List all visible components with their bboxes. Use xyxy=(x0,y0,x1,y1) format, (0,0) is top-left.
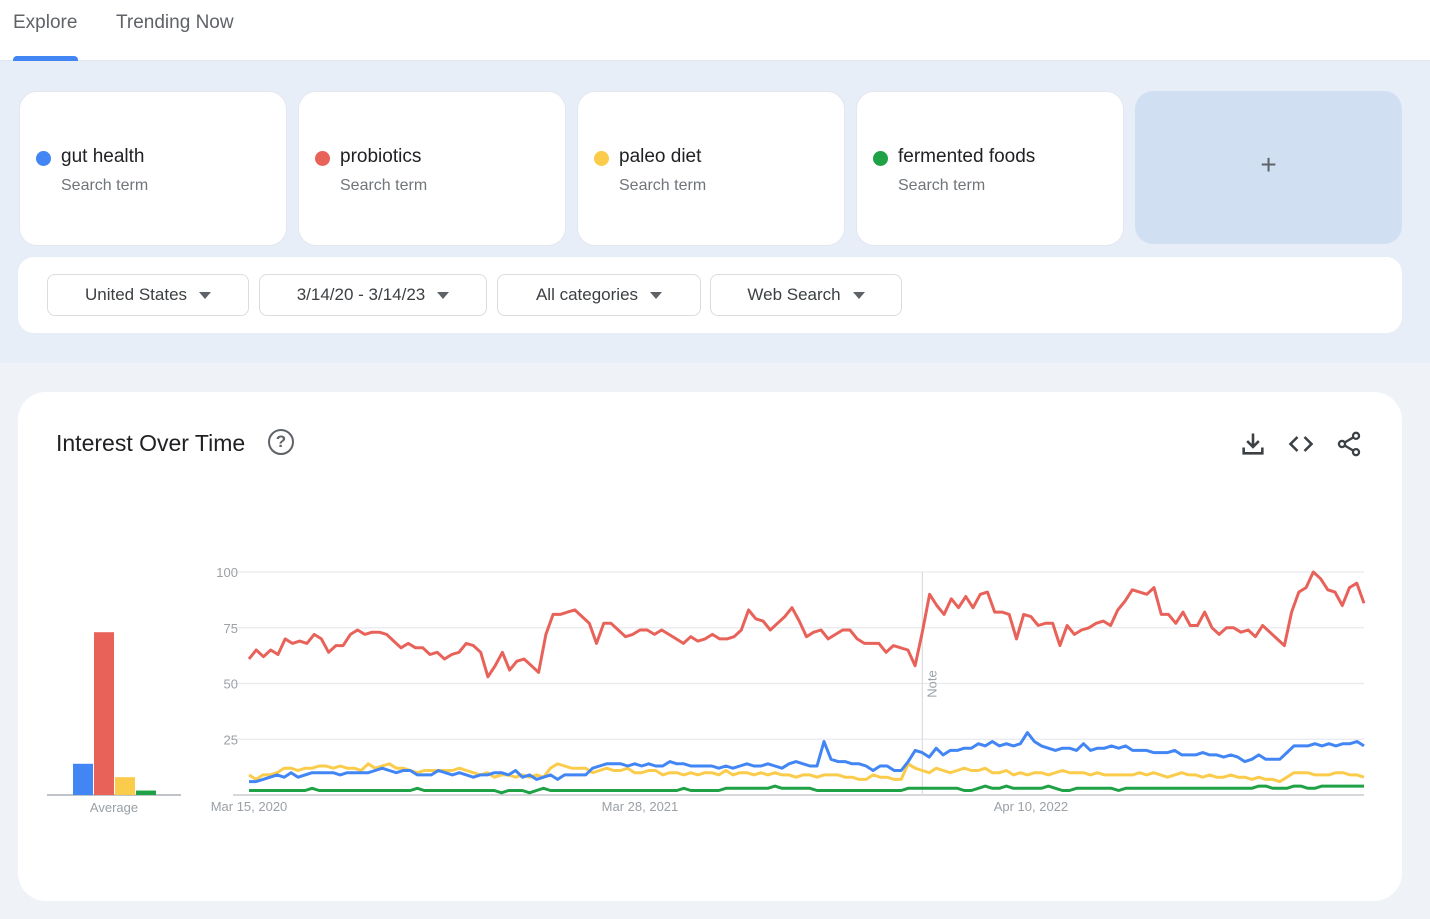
average-bar-fermented-foods xyxy=(136,790,156,795)
y-tick-label: 25 xyxy=(224,732,238,747)
filter-bar: United States 3/14/20 - 3/14/23 All cate… xyxy=(18,257,1402,333)
average-bar-gut-health xyxy=(73,763,93,795)
term-type: Search term xyxy=(61,177,149,194)
term-name: paleo diet xyxy=(619,146,702,167)
y-tick-label: 75 xyxy=(224,621,238,636)
category-value: All categories xyxy=(535,285,639,304)
chart-series-lines xyxy=(247,570,1366,795)
y-tick-label: 100 xyxy=(216,565,238,580)
caret-down-icon xyxy=(199,291,212,299)
region-value: United States xyxy=(84,285,188,304)
term-name: probiotics xyxy=(340,146,422,167)
term-name: gut health xyxy=(61,146,145,167)
interest-over-time-panel: Interest Over Time ? 25 50 75 100 Mar 15, 20… xyxy=(18,392,1402,901)
term-card-fermented-foods[interactable]: fermented foods Search term xyxy=(856,91,1124,246)
note-label: Note xyxy=(924,670,939,697)
series-line-probiotics xyxy=(247,570,1366,679)
search-type-value: Web Search xyxy=(747,285,841,304)
top-nav: Explore Trending Now xyxy=(0,0,1430,61)
chart-axis-labels: 25 50 75 100 Mar 15, 2020 Mar 28, 2021 Apr 10,… xyxy=(90,565,1068,815)
term-type: Search term xyxy=(898,177,986,194)
interest-chart: 25 50 75 100 Mar 15, 2020 Mar 28, 2021 Apr 10,… xyxy=(47,565,1366,815)
average-bar-probiotics xyxy=(94,632,114,795)
x-tick-label: Mar 15, 2020 xyxy=(211,799,288,814)
series-color-dot xyxy=(36,151,51,166)
tab-trending-now[interactable]: Trending Now xyxy=(116,12,234,34)
region-dropdown[interactable]: United States xyxy=(47,274,249,316)
term-card-gut-health[interactable]: gut health Search term xyxy=(19,91,287,246)
x-tick-label: Mar 28, 2021 xyxy=(602,799,679,814)
caret-down-icon xyxy=(437,291,450,299)
average-label: Average xyxy=(90,800,138,815)
add-comparison-button[interactable]: + xyxy=(1135,91,1402,244)
term-name: fermented foods xyxy=(898,146,1036,167)
caret-down-icon xyxy=(650,291,663,299)
category-dropdown[interactable]: All categories xyxy=(497,274,701,316)
term-card-paleo-diet[interactable]: paleo diet Search term xyxy=(577,91,845,246)
plus-icon: + xyxy=(1260,149,1277,180)
search-type-dropdown[interactable]: Web Search xyxy=(710,274,902,316)
tab-explore[interactable]: Explore xyxy=(13,12,77,34)
series-color-dot xyxy=(594,151,609,166)
date-range-value: 3/14/20 - 3/14/23 xyxy=(296,285,426,304)
x-tick-label: Apr 10, 2022 xyxy=(994,799,1068,814)
term-card-probiotics[interactable]: probiotics Search term xyxy=(298,91,566,246)
average-bar-paleo-diet xyxy=(115,777,135,795)
series-line-fermented-foods xyxy=(249,784,1364,795)
y-tick-label: 50 xyxy=(224,677,238,692)
series-color-dot xyxy=(315,151,330,166)
term-type: Search term xyxy=(619,177,707,194)
series-color-dot xyxy=(873,151,888,166)
average-bar-chart xyxy=(47,632,181,796)
term-type: Search term xyxy=(340,177,428,194)
date-range-dropdown[interactable]: 3/14/20 - 3/14/23 xyxy=(259,274,487,316)
caret-down-icon xyxy=(852,291,865,299)
